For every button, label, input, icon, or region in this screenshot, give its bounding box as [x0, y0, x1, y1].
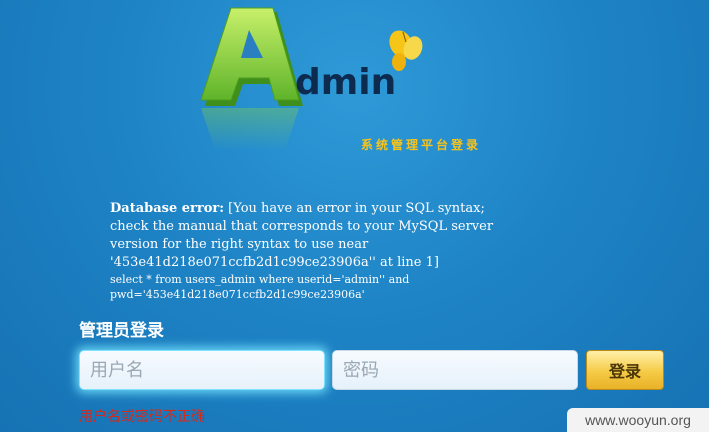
logo-word: dmin — [295, 62, 397, 103]
username-input[interactable] — [79, 350, 325, 390]
login-button[interactable]: 登录 — [586, 350, 664, 390]
login-title: 管理员登录 — [79, 321, 164, 341]
database-error: Database error: [You have an error in yo… — [110, 200, 580, 302]
login-error-message: 用户名或密码不正确 — [79, 409, 205, 425]
watermark: www.wooyun.org — [567, 408, 709, 432]
error-sql: select * from users_admin where userid='… — [110, 273, 410, 301]
error-label: Database error: — [110, 201, 225, 216]
password-input[interactable] — [332, 350, 578, 390]
logo-letter-a — [200, 7, 303, 106]
platform-subtitle: 系统管理平台登录 — [361, 138, 482, 152]
logo-reflection — [201, 108, 299, 150]
error-message: Database error: [You have an error in yo… — [110, 200, 580, 272]
